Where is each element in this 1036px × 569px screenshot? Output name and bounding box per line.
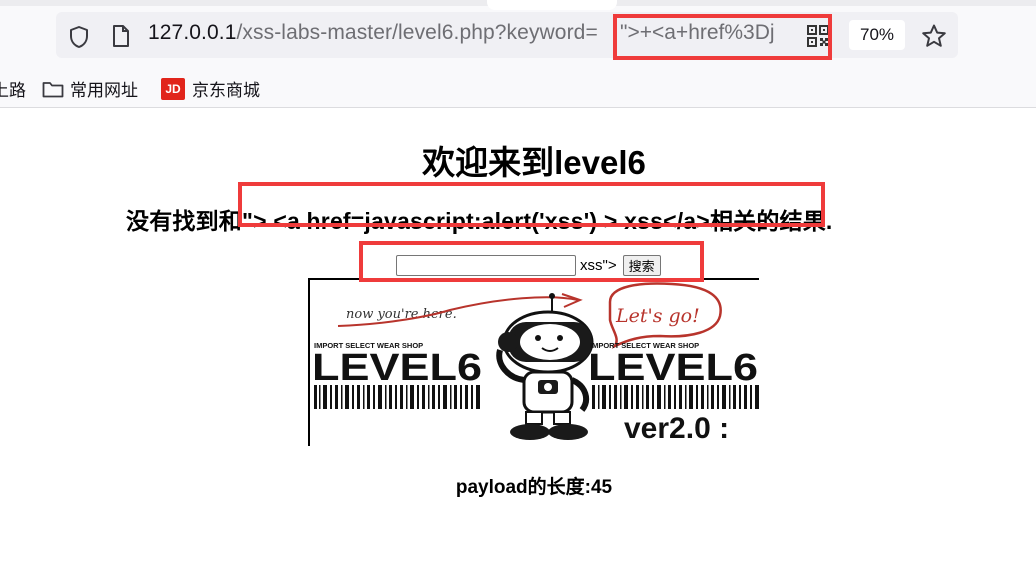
page-heading: 欢迎来到level6: [422, 144, 646, 181]
browser-toolbar: 127.0.0.1/xss-labs-master/level6.php?key…: [0, 0, 1036, 108]
url-text[interactable]: 127.0.0.1/xss-labs-master/level6.php?key…: [148, 21, 598, 45]
bookmark-label: 常用网址: [70, 81, 138, 100]
zoom-level-button[interactable]: 70%: [849, 20, 905, 50]
bookmarks-bar: 上路 常用网址 JD 京东商城: [0, 72, 1036, 102]
folder-icon: [42, 80, 64, 98]
bookmark-partial[interactable]: 上路: [0, 76, 26, 101]
url-highlight-box: [613, 14, 832, 60]
bookmark-label: 京东商城: [192, 81, 260, 100]
robot-mascot: [496, 293, 594, 440]
star-bookmark-icon[interactable]: [920, 22, 948, 50]
active-tab-edge: [487, 0, 617, 10]
level-text-right: LEVEL6: [588, 347, 758, 389]
page-content: 欢迎来到level6 没有找到和"> <a href=javascript:al…: [0, 108, 1036, 569]
jd-icon: JD: [161, 77, 185, 100]
level-text-left: LEVEL6: [312, 347, 482, 389]
page-icon[interactable]: [108, 23, 134, 49]
level-banner-image: now you're here. Let's go! IMPORT SELECT…: [308, 278, 759, 446]
bookmark-jd[interactable]: JD 京东商城: [161, 76, 260, 101]
version-text: ver2.0 :: [624, 412, 729, 445]
shield-icon[interactable]: [66, 24, 92, 50]
speech-text: Let's go!: [615, 305, 700, 327]
form-highlight-box: [359, 241, 704, 282]
payload-length-text: payload的长度:45: [455, 477, 613, 498]
bookmark-folder-common[interactable]: 常用网址: [42, 76, 138, 101]
payload-highlight-box: [238, 182, 825, 227]
